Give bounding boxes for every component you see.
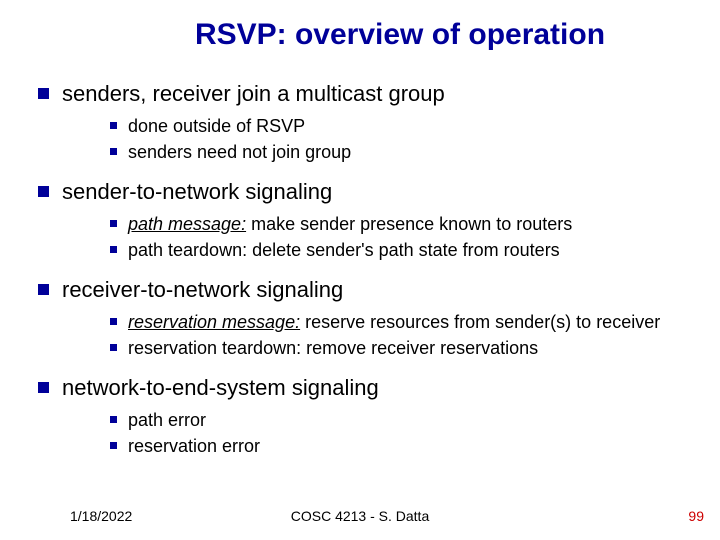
sub-item: reservation teardown: remove receiver re… (62, 336, 700, 360)
sub-item: path message: make sender presence known… (62, 212, 700, 236)
sub-em: path message: (128, 214, 246, 234)
bullet-text: network-to-end-system signaling (62, 375, 379, 400)
sub-item: done outside of RSVP (62, 114, 700, 138)
bullet-text: receiver-to-network signaling (62, 277, 343, 302)
slide-title: RSVP: overview of operation (0, 18, 720, 52)
slide-content: senders, receiver join a multicast group… (30, 80, 700, 472)
footer-page-number: 99 (688, 508, 704, 524)
bullet-item: network-to-end-system signaling path err… (30, 374, 700, 458)
bullet-item: sender-to-network signaling path message… (30, 178, 700, 262)
sub-text: senders need not join group (128, 142, 351, 162)
sub-text: reservation teardown: remove receiver re… (128, 338, 538, 358)
sub-rest: make sender presence known to routers (246, 214, 572, 234)
sub-item: reservation error (62, 434, 700, 458)
sub-list: path message: make sender presence known… (62, 212, 700, 263)
bullet-item: senders, receiver join a multicast group… (30, 80, 700, 164)
sub-list: done outside of RSVP senders need not jo… (62, 114, 700, 165)
bullet-list: senders, receiver join a multicast group… (30, 80, 700, 458)
sub-item: path error (62, 408, 700, 432)
footer-course: COSC 4213 - S. Datta (0, 508, 720, 524)
sub-item: path teardown: delete sender's path stat… (62, 238, 700, 262)
sub-rest: reserve resources from sender(s) to rece… (300, 312, 660, 332)
bullet-text: senders, receiver join a multicast group (62, 81, 445, 106)
sub-em: reservation message: (128, 312, 300, 332)
bullet-text: sender-to-network signaling (62, 179, 332, 204)
sub-text: reservation error (128, 436, 260, 456)
sub-text: path error (128, 410, 206, 430)
bullet-item: receiver-to-network signaling reservatio… (30, 276, 700, 360)
sub-list: reservation message: reserve resources f… (62, 310, 700, 361)
slide: RSVP: overview of operation senders, rec… (0, 0, 720, 540)
sub-list: path error reservation error (62, 408, 700, 459)
sub-item: reservation message: reserve resources f… (62, 310, 700, 334)
sub-text: path teardown: delete sender's path stat… (128, 240, 560, 260)
sub-text: done outside of RSVP (128, 116, 305, 136)
sub-item: senders need not join group (62, 140, 700, 164)
